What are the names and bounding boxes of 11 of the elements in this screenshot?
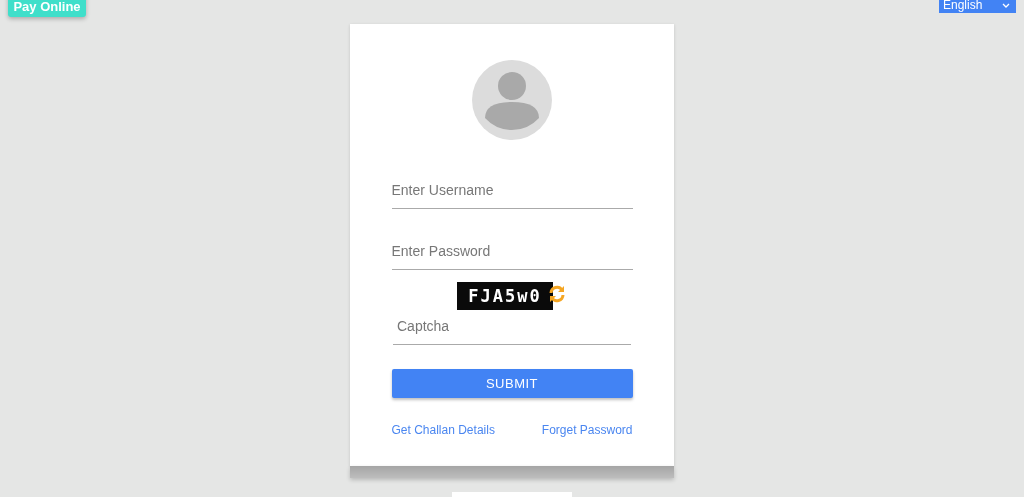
submit-button[interactable]: SUBMIT [391, 369, 633, 398]
link[interactable]: Forget Password [541, 423, 633, 437]
password-field[interactable]: Enter Password [391, 237, 633, 270]
link[interactable]: Get Challan Details [391, 423, 495, 437]
username-field[interactable]: Enter Username [391, 176, 633, 209]
chevron-down-icon [1002, 2, 1010, 9]
language-select[interactable]: English [939, 0, 1016, 13]
avatar-icon [472, 60, 552, 140]
captcha-field[interactable]: Captcha [393, 312, 631, 345]
refresh-icon[interactable] [547, 284, 567, 304]
captcha-image: FJA5w0 [457, 282, 553, 310]
